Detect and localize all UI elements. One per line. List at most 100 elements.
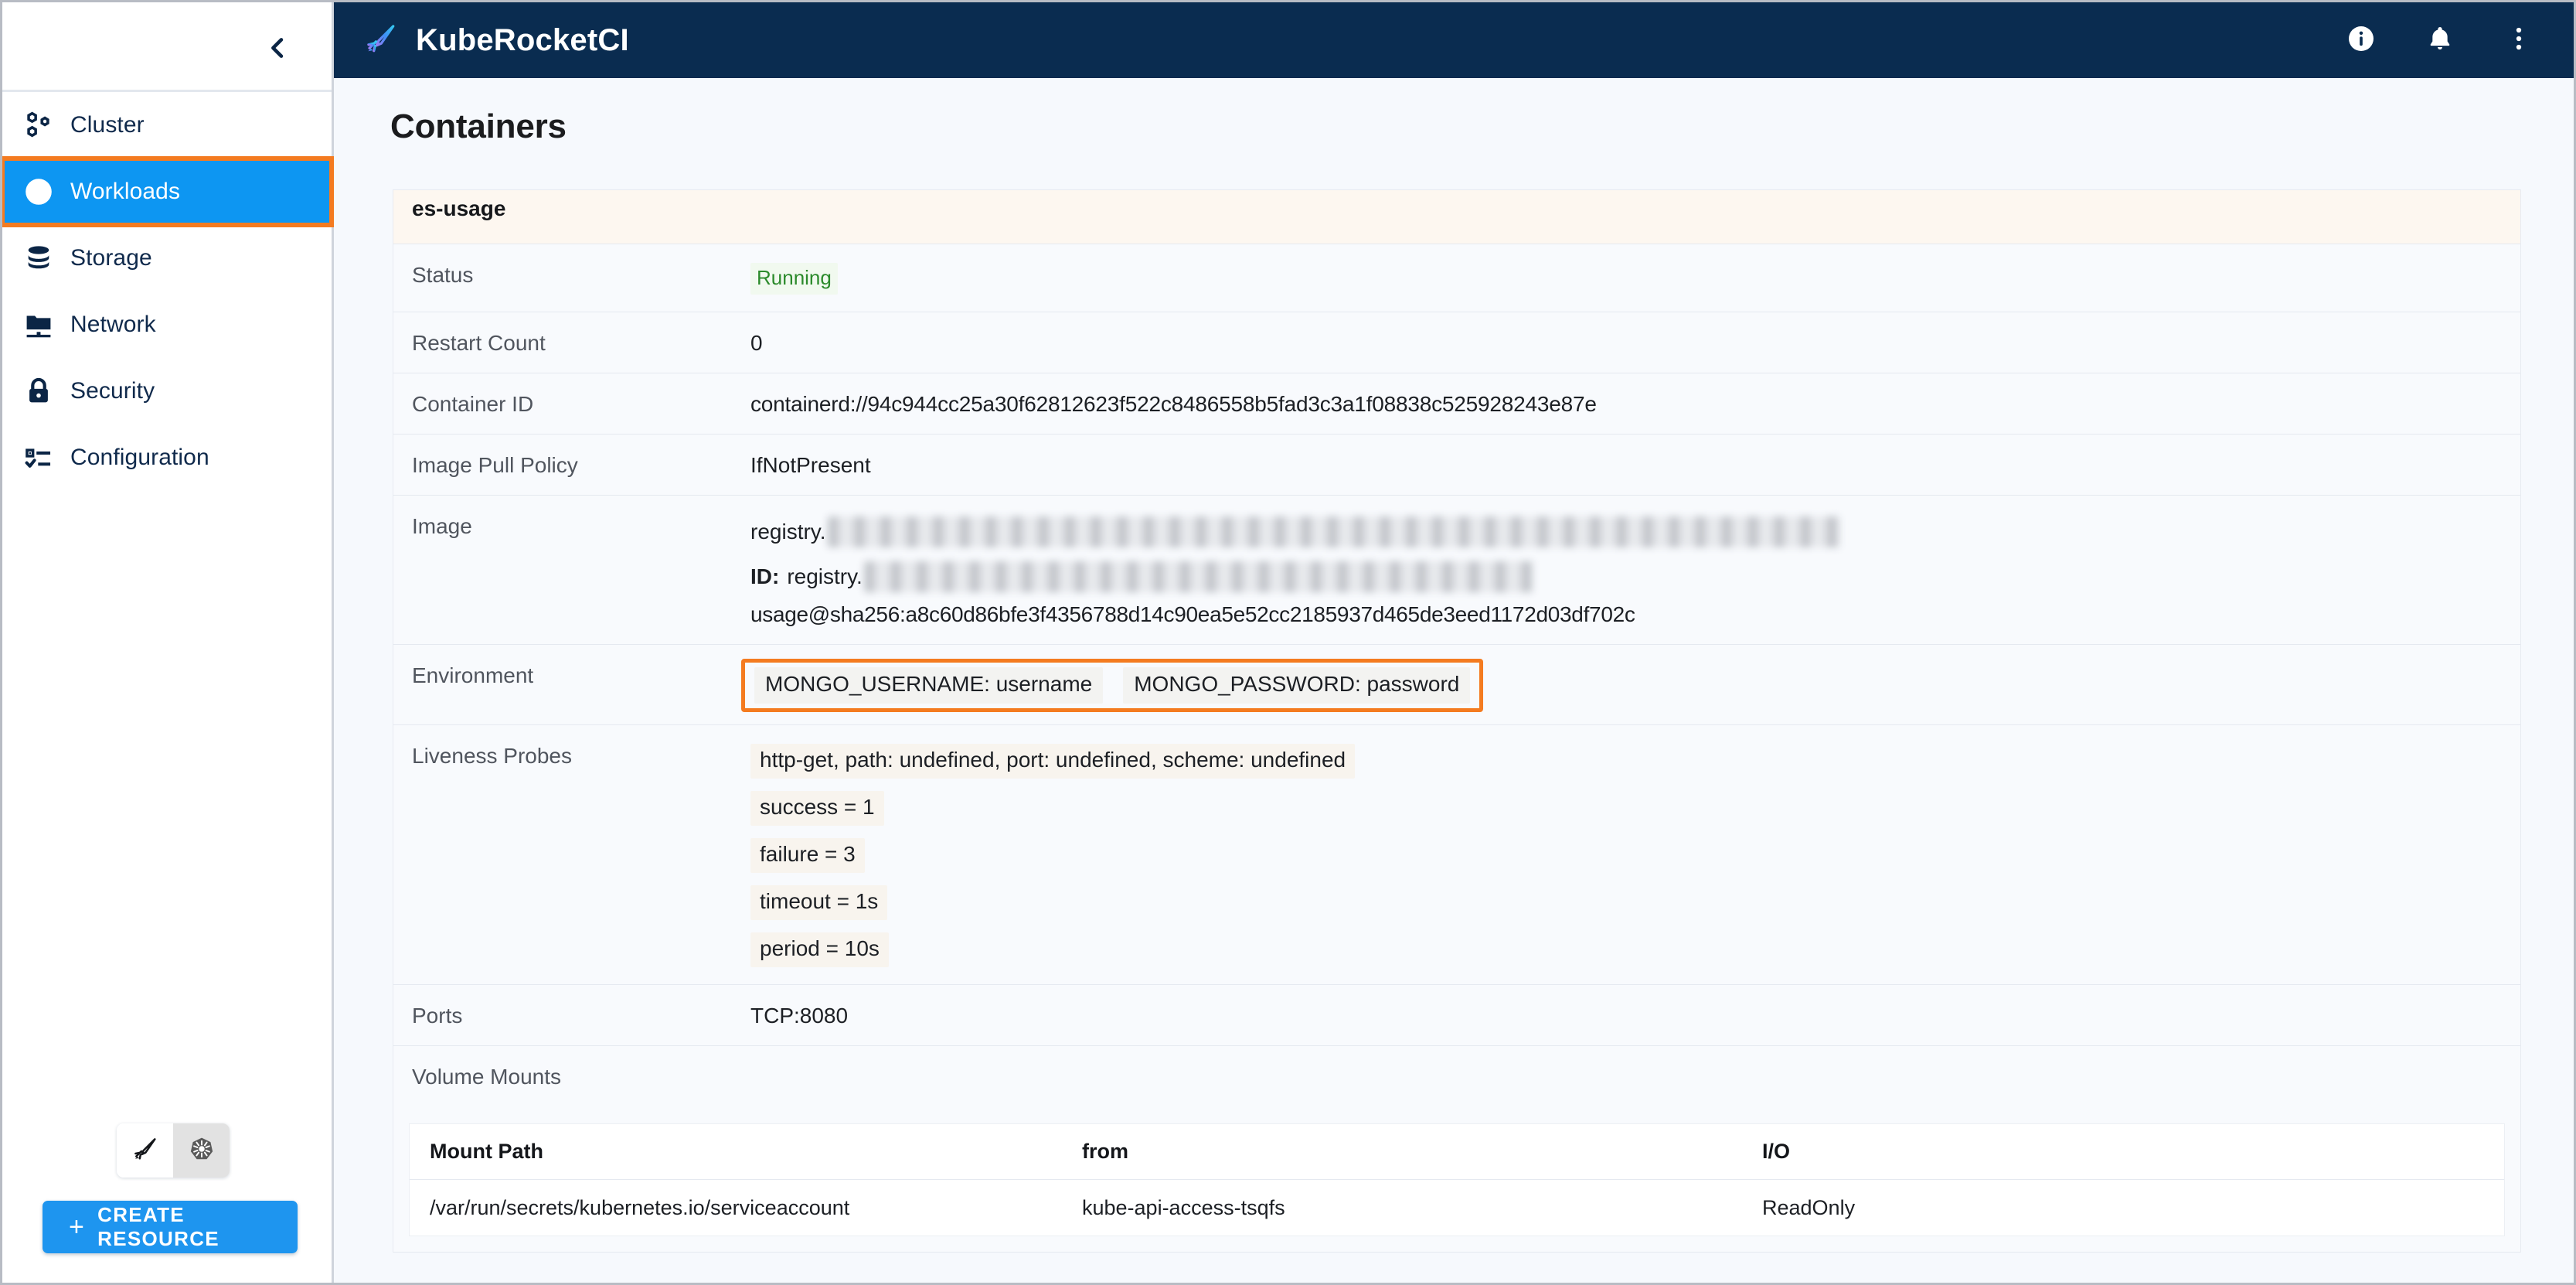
cell-io: ReadOnly — [1762, 1195, 1856, 1219]
status-badge: Running — [750, 263, 838, 295]
sidebar-item-label: Storage — [70, 245, 152, 271]
image-id-label-text: ID: — [750, 564, 780, 588]
row-value: 0 — [750, 331, 763, 355]
row-value: MONGO_USERNAME: username MONGO_PASSWORD:… — [741, 645, 2520, 724]
sidebar-item-security[interactable]: Security — [2, 358, 332, 424]
rocket-feather-icon — [363, 21, 399, 60]
volume-mounts-data-row: /var/run/secrets/kubernetes.io/serviceac… — [410, 1180, 2504, 1236]
create-resource-button[interactable]: + CREATE RESOURCE — [43, 1201, 298, 1253]
probe-chip: success = 1 — [750, 791, 884, 826]
app-header: KubeRocketCI — [334, 2, 2574, 78]
create-resource-label: CREATE RESOURCE — [97, 1203, 219, 1250]
sidebar-item-storage[interactable]: Storage — [2, 225, 332, 291]
probe-entry: period = 10s — [750, 932, 2520, 967]
probe-entry: success = 1 — [750, 791, 2520, 838]
sidebar-item-cluster[interactable]: Cluster — [2, 92, 332, 158]
image-id-label: ID: — [750, 564, 779, 589]
checklist-icon — [22, 441, 70, 474]
sidebar: Cluster Workloads Storage Network Securi… — [2, 2, 334, 1283]
row-value: Running — [750, 244, 2520, 312]
row-value: containerd://94c944cc25a30f62812623f522c… — [750, 392, 1597, 416]
sidebar-item-label: Configuration — [70, 445, 209, 470]
containers-table: es-usage Status Running Restart Count 0 … — [393, 189, 2521, 1253]
mode-toggle-kubernetes-button[interactable] — [173, 1123, 230, 1178]
volume-mounts-table: Mount Path from I/O /var/run/secrets/kub… — [409, 1123, 2505, 1236]
mode-toggle-group — [117, 1123, 230, 1178]
row-label: Volume Mounts — [412, 1065, 561, 1089]
image-id-registry-prefix: registry. — [787, 564, 863, 588]
row-label: Container ID — [412, 392, 534, 416]
image-id-line: ID: registry. — [750, 559, 2520, 595]
info-circle-icon — [2346, 23, 2377, 58]
column-header-mount-path: Mount Path — [430, 1140, 543, 1163]
probe-chip: failure = 3 — [750, 838, 865, 873]
header-actions — [2343, 22, 2537, 59]
row-value: registry. ID: registry. usage@sha256:a8c… — [750, 496, 2520, 644]
row-label: Image — [412, 514, 472, 538]
row-label: Ports — [412, 1004, 463, 1028]
mode-toggle-kuberocketci-button[interactable] — [117, 1123, 173, 1178]
sidebar-item-network[interactable]: Network — [2, 291, 332, 358]
container-name-row: es-usage — [393, 190, 2520, 244]
sidebar-item-workloads[interactable]: Workloads — [2, 156, 334, 227]
sidebar-item-label: Cluster — [70, 112, 145, 138]
table-row-liveness-probes: Liveness Probes http-get, path: undefine… — [393, 725, 2520, 985]
table-row-image-pull-policy: Image Pull Policy IfNotPresent — [393, 435, 2520, 496]
network-monitor-icon — [22, 308, 70, 341]
redacted-image-id-path — [863, 561, 1533, 592]
env-var-chip: MONGO_USERNAME: username — [754, 667, 1104, 704]
application-window: Cluster Workloads Storage Network Securi… — [0, 0, 2576, 1285]
probe-entry: failure = 3 — [750, 838, 2520, 885]
cell-from: kube-api-access-tsqfs — [1082, 1195, 1285, 1219]
probe-entry: timeout = 1s — [750, 885, 2520, 932]
app-title: KubeRocketCI — [416, 22, 629, 57]
container-name: es-usage — [412, 196, 506, 220]
row-value: IfNotPresent — [750, 453, 871, 477]
more-vertical-icon — [2503, 23, 2534, 58]
brand-logo[interactable]: KubeRocketCI — [363, 21, 629, 60]
lock-icon — [22, 375, 70, 407]
sidebar-item-label: Security — [70, 378, 155, 404]
cell-mount-path: /var/run/secrets/kubernetes.io/serviceac… — [430, 1195, 850, 1219]
info-button[interactable] — [2343, 22, 2380, 59]
more-menu-button[interactable] — [2500, 22, 2537, 59]
row-label: Restart Count — [412, 331, 546, 355]
table-row-status: Status Running — [393, 244, 2520, 312]
row-value: http-get, path: undefined, port: undefin… — [750, 725, 2520, 984]
env-var-chip: MONGO_PASSWORD: password — [1123, 667, 1471, 704]
volume-mounts-header-row: Mount Path from I/O — [410, 1124, 2504, 1180]
bell-icon — [2425, 23, 2455, 58]
sidebar-header — [2, 2, 332, 92]
cluster-nodes-icon — [22, 109, 70, 141]
row-label: Liveness Probes — [412, 744, 573, 768]
row-label: Environment — [412, 663, 534, 687]
table-row-image: Image registry. ID: registry. usage@sha2… — [393, 496, 2520, 645]
row-value: TCP:8080 — [750, 1004, 849, 1028]
table-row-container-id: Container ID containerd://94c944cc25a30f… — [393, 373, 2520, 435]
sidebar-item-label: Network — [70, 312, 156, 337]
pie-chart-icon — [22, 176, 70, 208]
collapse-sidebar-button[interactable] — [257, 28, 298, 68]
kubernetes-helm-icon — [188, 1135, 216, 1167]
table-row-environment: Environment MONGO_USERNAME: username MON… — [393, 645, 2520, 725]
probe-chip: period = 10s — [750, 932, 889, 967]
probe-chip: http-get, path: undefined, port: undefin… — [750, 744, 1356, 779]
rocket-feather-icon — [131, 1135, 159, 1167]
table-row-restart-count: Restart Count 0 — [393, 312, 2520, 373]
notifications-button[interactable] — [2421, 22, 2459, 59]
image-reference-line: registry. — [750, 514, 2520, 550]
column-header-from: from — [1082, 1140, 1128, 1163]
environment-highlight-box: MONGO_USERNAME: username MONGO_PASSWORD:… — [741, 659, 1484, 712]
sidebar-item-configuration[interactable]: Configuration — [2, 424, 332, 491]
chevron-left-icon — [264, 35, 291, 61]
image-registry-prefix: registry. — [750, 520, 826, 544]
column-header-io: I/O — [1762, 1140, 1791, 1163]
page-title: Containers — [390, 107, 567, 145]
sidebar-footer: + CREATE RESOURCE — [2, 1123, 332, 1283]
probe-chip: timeout = 1s — [750, 885, 888, 920]
redacted-image-path — [827, 516, 1840, 547]
main-content: Containers es-usage Status Running Resta… — [334, 78, 2574, 1283]
database-stack-icon — [22, 242, 70, 274]
row-label: Image Pull Policy — [412, 453, 578, 477]
plus-icon: + — [69, 1212, 86, 1242]
